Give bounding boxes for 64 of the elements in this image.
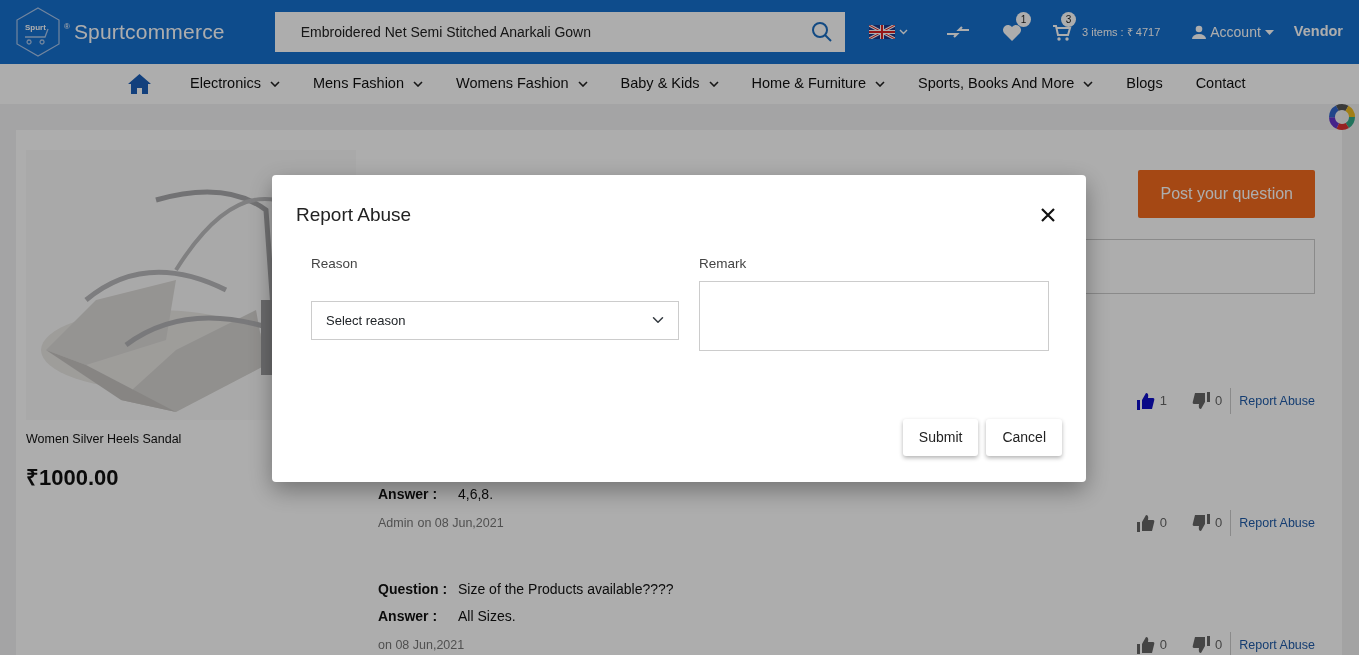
remark-field[interactable] <box>699 280 1049 351</box>
thumbs-down-icon[interactable] <box>1191 392 1211 410</box>
caret-icon <box>898 29 908 35</box>
thumbs-down-icon[interactable] <box>1191 514 1211 532</box>
modal-title: Report Abuse <box>296 203 412 227</box>
cart-summary[interactable]: 3 items : ₹ 4717 <box>1082 23 1161 41</box>
submit-button[interactable]: Submit <box>902 418 979 456</box>
nav-link[interactable]: Baby & Kids <box>620 73 719 95</box>
search-icon[interactable] <box>810 21 833 43</box>
account-menu[interactable]: Account <box>1192 21 1274 43</box>
reason-select[interactable]: Select reason <box>311 300 679 340</box>
nav-link[interactable]: Sports, Books And More <box>918 73 1094 95</box>
thumbs-down-icon[interactable] <box>1191 636 1211 654</box>
thumbs-up-icon[interactable] <box>1135 636 1156 654</box>
reason-label: Reason <box>311 254 359 273</box>
heart-icon[interactable] <box>1002 23 1023 42</box>
like-count: 0 <box>1159 636 1167 655</box>
user-icon <box>1192 25 1207 39</box>
nav-link[interactable]: Home & Furniture <box>751 73 885 95</box>
product-name: Women Silver Heels Sandal <box>26 431 183 448</box>
cancel-button[interactable]: Cancel <box>986 418 1062 456</box>
registered-mark: ® <box>64 21 70 33</box>
answer-text: 4,6,8. <box>458 485 494 503</box>
dislike-count: 0 <box>1215 514 1223 533</box>
nav-link[interactable]: Contact <box>1195 73 1246 95</box>
report-abuse-link[interactable]: Report Abuse <box>1239 513 1315 533</box>
like-count: 1 <box>1159 392 1167 411</box>
remark-label: Remark <box>699 254 748 273</box>
close-icon[interactable] <box>1041 208 1055 223</box>
product-price: ₹1000.00 <box>26 463 120 492</box>
thumbs-up-icon[interactable] <box>1135 514 1156 532</box>
dislike-count: 0 <box>1215 392 1223 411</box>
post-date: on 08 Jun,2021 <box>378 636 465 654</box>
home-icon[interactable] <box>127 73 152 95</box>
question-text: Size of the Products available???? <box>458 580 674 598</box>
vendor-link[interactable]: Vendor <box>1293 21 1343 43</box>
report-abuse-link[interactable]: Report Abuse <box>1239 391 1315 411</box>
search-field[interactable]: Embroidered Net Semi Stitched Anarkali Gown <box>298 20 811 44</box>
search-bar[interactable]: Embroidered Net Semi Stitched Anarkali Gown <box>274 12 845 52</box>
logo-hexagon-icon <box>16 7 60 57</box>
dislike-count: 0 <box>1215 636 1223 655</box>
nav-link[interactable]: Blogs <box>1126 73 1163 95</box>
answer-label: Answer : <box>378 607 439 625</box>
logo-text: Spurt <box>25 22 46 34</box>
brand-name[interactable]: Spurtcommerce <box>73 16 225 48</box>
language-selector[interactable] <box>868 25 908 39</box>
thumbs-up-icon[interactable] <box>1135 392 1156 410</box>
report-abuse-link[interactable]: Report Abuse <box>1239 635 1315 655</box>
question-label: Question : <box>378 580 449 598</box>
nav-link[interactable]: Mens Fashion <box>312 73 423 95</box>
cart-icon[interactable] <box>1052 23 1073 42</box>
nav-link[interactable]: Electronics <box>190 73 280 95</box>
uk-flag-icon <box>868 25 895 39</box>
author-name: Admin <box>378 514 414 532</box>
post-date: on 08 Jun,2021 <box>417 514 504 532</box>
count-badge: 1 <box>1016 12 1032 27</box>
answer-label: Answer : <box>378 485 439 503</box>
count-badge: 3 <box>1061 12 1077 27</box>
caret-icon <box>1264 29 1274 35</box>
nav-link[interactable]: Womens Fashion <box>456 73 588 95</box>
answer-text: All Sizes. <box>458 607 516 625</box>
like-count: 0 <box>1159 514 1167 533</box>
compare-icon[interactable] <box>946 25 971 39</box>
color-wheel-icon[interactable] <box>1327 102 1357 132</box>
